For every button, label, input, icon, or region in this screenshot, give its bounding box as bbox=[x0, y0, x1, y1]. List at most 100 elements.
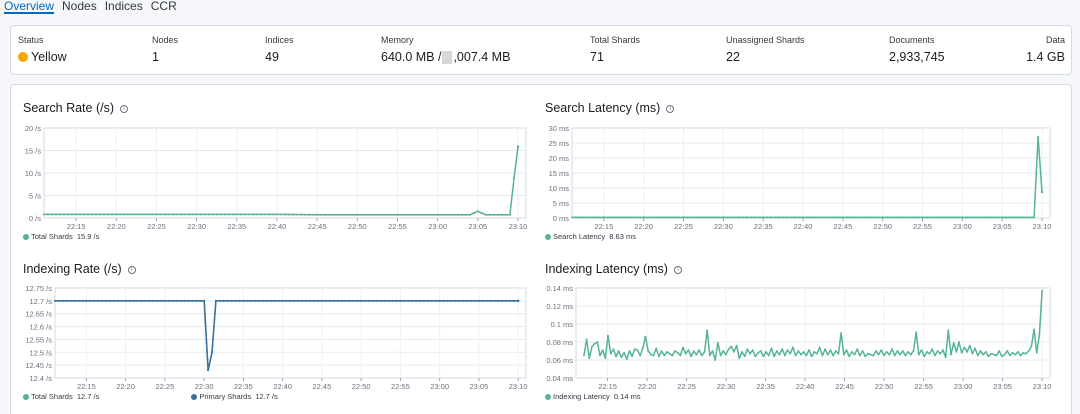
series-line bbox=[583, 290, 1043, 361]
data-point bbox=[598, 216, 601, 219]
data-point bbox=[387, 299, 390, 302]
data-point bbox=[858, 354, 861, 357]
data-point bbox=[998, 350, 1001, 352]
data-point bbox=[388, 213, 391, 216]
data-point bbox=[670, 216, 673, 219]
x-tick-label: 22:40 bbox=[796, 382, 815, 391]
legend-dot bbox=[23, 234, 29, 241]
data-point bbox=[607, 334, 609, 337]
tab-ccr[interactable]: CCR bbox=[151, 0, 177, 14]
data-point bbox=[850, 351, 853, 353]
data-point bbox=[420, 213, 423, 216]
info-icon[interactable]: i bbox=[673, 265, 682, 274]
data-point bbox=[396, 213, 399, 216]
series-line bbox=[55, 300, 519, 372]
data-point bbox=[950, 353, 952, 356]
indexing-rate-legend: Total Shards 12.7 /s Primary Shards 12.7… bbox=[23, 392, 278, 401]
data-point bbox=[309, 299, 312, 302]
data-point bbox=[383, 299, 386, 302]
legend-item[interactable]: Total Shards 15.9 /s bbox=[23, 232, 99, 241]
data-point bbox=[995, 354, 998, 357]
data-point bbox=[493, 299, 496, 302]
data-point bbox=[738, 216, 741, 219]
data-point bbox=[873, 216, 876, 219]
y-tick-label: 10 /s bbox=[25, 169, 42, 178]
x-tick-label: 22:15 bbox=[598, 382, 617, 391]
data-point bbox=[167, 299, 170, 302]
x-tick-label: 23:05 bbox=[993, 222, 1012, 231]
data-point bbox=[430, 299, 433, 302]
legend-item[interactable]: Search Latency 8.63 ms bbox=[545, 232, 636, 241]
data-point bbox=[952, 342, 955, 344]
data-point bbox=[647, 350, 650, 352]
data-point bbox=[470, 299, 473, 302]
indexing-rate-chart[interactable]: 12.4 /s 12.45 /s 12.5 /s 12.55 /s 12.6 /s 12.… bbox=[0, 278, 540, 396]
data-point bbox=[813, 216, 816, 219]
data-point bbox=[734, 216, 737, 219]
data-point bbox=[230, 299, 233, 302]
data-point bbox=[436, 213, 439, 216]
data-point bbox=[885, 351, 888, 353]
y-tick-label: 0.1 ms bbox=[550, 320, 573, 329]
tab-overview[interactable]: Overview bbox=[4, 0, 55, 14]
data-point bbox=[774, 216, 777, 219]
data-point bbox=[757, 351, 759, 354]
legend-series-value: 12.7 /s bbox=[255, 392, 278, 401]
data-point bbox=[596, 341, 599, 343]
data-point bbox=[89, 299, 92, 302]
x-tick-label: 22:45 bbox=[313, 382, 332, 391]
x-tick-label: 22:20 bbox=[107, 222, 126, 231]
data-point bbox=[316, 213, 319, 216]
indexing-latency-chart[interactable]: 0.04 ms 0.06 ms 0.08 ms 0.1 ms 0.12 ms 0.14 m… bbox=[540, 278, 1080, 396]
legend-series-value: 12.7 /s bbox=[76, 392, 100, 401]
data-point bbox=[304, 213, 307, 216]
info-icon[interactable]: i bbox=[666, 104, 675, 113]
y-tick-label: 5 ms bbox=[553, 199, 570, 208]
data-point bbox=[976, 354, 979, 357]
data-point bbox=[904, 354, 907, 357]
tab-indices[interactable]: Indices bbox=[105, 0, 143, 14]
x-tick-label: 22:50 bbox=[348, 222, 367, 231]
y-tick-label: 0.12 ms bbox=[546, 302, 573, 311]
data-point bbox=[880, 349, 883, 351]
data-point bbox=[963, 346, 966, 349]
data-point bbox=[849, 216, 852, 219]
legend-series-name: Total Shards bbox=[31, 232, 73, 241]
data-point bbox=[957, 216, 960, 219]
legend-series-name: Search Latency bbox=[553, 232, 606, 241]
info-icon[interactable]: i bbox=[127, 265, 136, 274]
y-tick-label: 12.5 /s bbox=[29, 348, 52, 357]
data-point bbox=[679, 354, 682, 357]
data-point bbox=[869, 353, 872, 356]
indexing-rate-title: Indexing Rate (/s) i bbox=[23, 262, 136, 276]
x-tick-label: 22:25 bbox=[674, 222, 693, 231]
y-tick-label: 12.6 /s bbox=[29, 323, 52, 332]
x-tick-label: 22:40 bbox=[268, 222, 287, 231]
data-point bbox=[155, 213, 158, 216]
indexing-latency-title: Indexing Latency (ms) i bbox=[545, 262, 682, 276]
tab-nodes[interactable]: Nodes bbox=[62, 0, 97, 14]
data-point bbox=[818, 346, 821, 349]
search-latency-chart[interactable]: 0 ms 5 ms 10 ms 15 ms 20 ms 25 ms 30 ms 22:15 22… bbox=[540, 118, 1080, 236]
legend-item[interactable]: Total Shards 12.7 /s bbox=[23, 392, 99, 401]
legend-item[interactable]: Primary Shards 12.7 /s bbox=[191, 392, 278, 401]
search-rate-chart[interactable]: 0 /s 5 /s 10 /s 15 /s 20 /s 22:15 22:20 22:25 22… bbox=[0, 118, 540, 236]
y-tick-label: 30 ms bbox=[549, 124, 570, 133]
data-point bbox=[300, 213, 303, 216]
data-point bbox=[856, 348, 859, 351]
data-point bbox=[797, 350, 800, 352]
x-tick-label: 22:55 bbox=[913, 222, 932, 231]
data-point bbox=[966, 351, 968, 353]
data-point bbox=[981, 216, 984, 219]
data-point bbox=[893, 216, 896, 219]
data-point bbox=[968, 344, 971, 347]
info-icon[interactable]: i bbox=[120, 104, 129, 113]
x-tick-label: 22:35 bbox=[227, 222, 246, 231]
data-point bbox=[925, 351, 928, 353]
data-point bbox=[167, 213, 170, 216]
data-point bbox=[949, 216, 952, 219]
data-point bbox=[411, 299, 414, 302]
x-tick-label: 23:00 bbox=[953, 222, 972, 231]
search-latency-title-text: Search Latency (ms) bbox=[545, 101, 661, 115]
legend-item[interactable]: Indexing Latency 0.14 ms bbox=[545, 392, 641, 401]
